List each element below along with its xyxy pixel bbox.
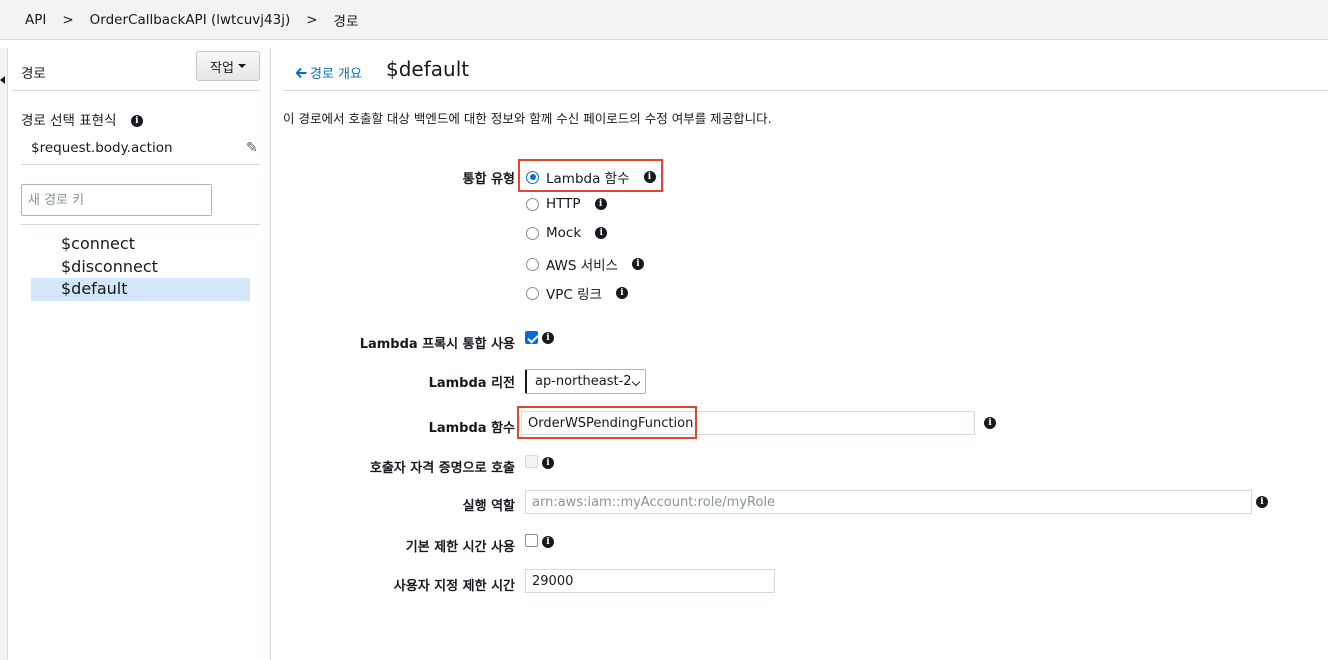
radio-mock[interactable]: Mock i — [526, 225, 608, 241]
region-selected-value: ap-northeast-2 — [535, 374, 632, 389]
info-icon[interactable]: i — [631, 258, 644, 270]
route-list: $connect $disconnect $default — [31, 233, 250, 301]
info-icon[interactable]: i — [594, 198, 607, 210]
routes-sidebar: 경로 작업 경로 선택 표현식 i $request.body.action ✎… — [12, 48, 271, 660]
default-timeout-label: 기본 제한 시간 사용 — [405, 540, 515, 555]
pencil-icon[interactable]: ✎ — [246, 140, 258, 156]
divider — [21, 224, 260, 225]
route-selection-expression-text: 경로 선택 표현식 — [21, 113, 117, 129]
breadcrumb: API > OrderCallbackAPI (lwtcuvj43j) > 경로 — [0, 0, 1328, 40]
highlight-box — [518, 159, 663, 192]
arrow-left-icon — [296, 67, 307, 78]
sidebar-title: 경로 — [21, 66, 46, 82]
breadcrumb-separator: > — [306, 11, 318, 28]
route-selection-expression-value: $request.body.action — [31, 140, 173, 156]
back-to-routes-link[interactable]: 경로 개요 — [296, 63, 362, 82]
info-icon[interactable]: i — [1256, 496, 1268, 508]
caret-down-icon — [237, 64, 246, 68]
caller-credentials-checkbox[interactable] — [525, 455, 538, 468]
radio-label: AWS 서비스 — [546, 258, 618, 274]
sidebar-collapse-handle[interactable] — [0, 48, 8, 660]
route-item-connect[interactable]: $connect — [31, 233, 250, 256]
new-route-key-input[interactable] — [21, 184, 212, 216]
radio-button[interactable] — [526, 226, 539, 240]
default-timeout-checkbox[interactable] — [525, 534, 538, 547]
execution-role-label: 실행 역할 — [462, 499, 515, 514]
chevron-left-icon[interactable] — [0, 76, 5, 84]
lambda-region-label: Lambda 리전 — [428, 376, 515, 391]
radio-button[interactable] — [526, 257, 539, 271]
custom-timeout-input[interactable] — [525, 569, 775, 593]
custom-timeout-label: 사용자 지정 제한 시간 — [393, 579, 515, 594]
actions-button-label: 작업 — [210, 60, 234, 76]
radio-http[interactable]: HTTP i — [526, 196, 607, 212]
breadcrumb-api-name[interactable]: OrderCallbackAPI (lwtcuvj43j) — [90, 12, 291, 28]
back-link-label: 경로 개요 — [310, 67, 362, 82]
execution-role-input[interactable] — [525, 490, 1252, 514]
info-icon[interactable]: i — [542, 536, 554, 548]
radio-label: Mock — [546, 225, 582, 241]
breadcrumb-separator: > — [62, 11, 74, 28]
actions-button[interactable]: 작업 — [196, 51, 260, 81]
route-selection-expression-label: 경로 선택 표현식 i — [21, 109, 143, 129]
info-icon[interactable]: i — [542, 457, 554, 469]
info-icon[interactable]: i — [984, 417, 996, 429]
radio-label: HTTP — [546, 196, 581, 212]
main-header: 경로 개요 $default — [283, 48, 1328, 91]
radio-label: VPC 링크 — [546, 287, 602, 303]
lambda-proxy-checkbox[interactable] — [525, 331, 538, 344]
info-icon[interactable]: i — [130, 115, 143, 127]
page-title: $default — [386, 57, 470, 81]
lambda-proxy-label: Lambda 프록시 통합 사용 — [359, 337, 515, 352]
radio-button[interactable] — [526, 286, 539, 300]
caller-credentials-label: 호출자 자격 증명으로 호출 — [369, 461, 515, 476]
lambda-function-label: Lambda 함수 — [428, 421, 515, 436]
radio-vpc-link[interactable]: VPC 링크 i — [526, 283, 628, 303]
info-icon[interactable]: i — [542, 332, 554, 344]
breadcrumb-routes: 경로 — [333, 13, 359, 30]
lambda-region-select[interactable]: ap-northeast-2 — [525, 369, 646, 394]
sidebar-header: 경로 작업 — [12, 48, 260, 91]
chevron-down-icon — [631, 377, 641, 387]
radio-aws-service[interactable]: AWS 서비스 i — [526, 254, 644, 274]
route-item-disconnect[interactable]: $disconnect — [31, 256, 250, 279]
info-icon[interactable]: i — [615, 287, 628, 299]
page-description: 이 경로에서 호출할 대상 백엔드에 대한 정보와 함께 수신 페이로드의 수정… — [283, 111, 772, 126]
info-icon[interactable]: i — [595, 227, 608, 239]
integration-type-label: 통합 유형 — [462, 172, 515, 187]
highlight-box — [517, 406, 697, 439]
breadcrumb-api[interactable]: API — [25, 12, 46, 28]
divider — [21, 164, 260, 165]
route-item-default[interactable]: $default — [31, 278, 250, 301]
radio-button[interactable] — [526, 197, 539, 211]
